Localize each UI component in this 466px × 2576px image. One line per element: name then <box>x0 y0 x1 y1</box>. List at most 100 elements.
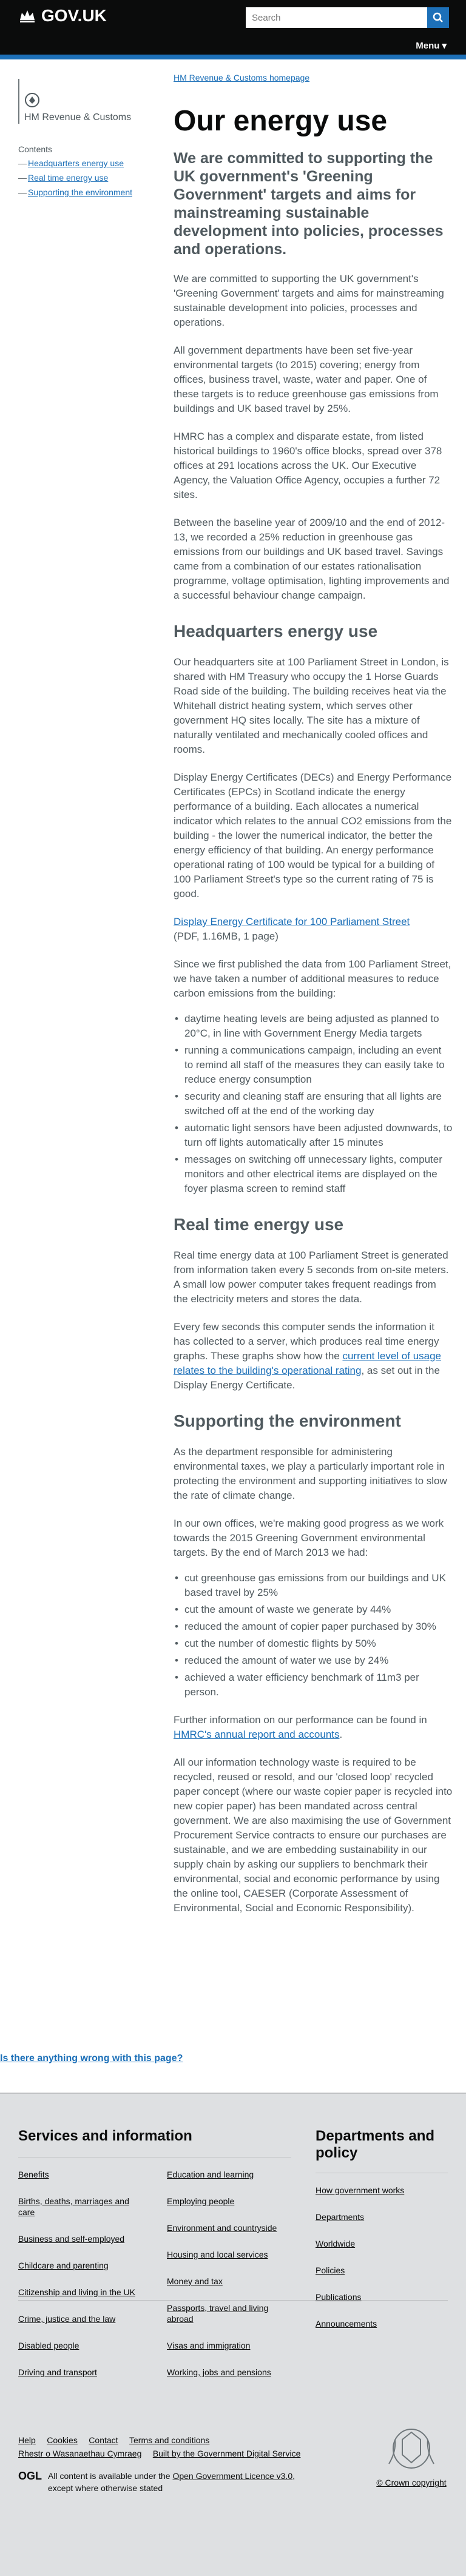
footer-item: Driving and transport <box>18 2367 146 2378</box>
footer-link[interactable]: Passports, travel and living abroad <box>167 2303 268 2324</box>
sidebar: HM Revenue & Customs Contents Headquarte… <box>18 79 152 201</box>
footer-meta-links: Help Cookies Contact Terms and condition… <box>18 2433 309 2460</box>
main-content: HM Revenue & Customs homepage Our energy… <box>174 73 453 1915</box>
footer-link[interactable]: Housing and local services <box>167 2250 268 2259</box>
footer-link[interactable]: Policies <box>316 2265 345 2275</box>
lede: We are committed to supporting the UK go… <box>174 150 444 258</box>
crown-icon <box>20 10 35 22</box>
footer-item: Disabled people <box>18 2340 146 2351</box>
footer-heading-services: Services and information <box>18 2128 192 2144</box>
section-heading-headquarters: Headquarters energy use <box>174 622 378 641</box>
terms-link[interactable]: Terms and conditions <box>129 2435 209 2445</box>
footer-link[interactable]: Employing people <box>167 2196 234 2206</box>
footer-item: Citizenship and living in the UK <box>18 2287 146 2298</box>
contact-link[interactable]: Contact <box>89 2435 118 2445</box>
footer-link[interactable]: Driving and transport <box>18 2367 97 2377</box>
footer-services-col1: Benefits Births, deaths, marriages and c… <box>18 2169 146 2393</box>
footer-link[interactable]: Environment and countryside <box>167 2223 277 2233</box>
list-item: achieved a water efficiency benchmark of… <box>174 1670 453 1700</box>
chevron-down-icon: ▾ <box>442 41 447 51</box>
footer-item: Policies <box>316 2265 437 2276</box>
copyright-link[interactable]: © Crown copyright <box>376 2478 446 2487</box>
footer-link[interactable]: Working, jobs and pensions <box>167 2367 271 2377</box>
footer-item: Business and self-employed <box>18 2233 146 2244</box>
footer-link[interactable]: How government works <box>316 2185 404 2195</box>
help-link[interactable]: Help <box>18 2435 36 2445</box>
footer-link[interactable]: Childcare and parenting <box>18 2261 109 2270</box>
report-problem-link[interactable]: Is there anything wrong with this page? <box>0 2053 183 2064</box>
footer-link[interactable]: Citizenship and living in the UK <box>18 2287 135 2297</box>
contents-link-environment[interactable]: Supporting the environment <box>28 187 132 197</box>
certificate-attachment: Display Energy Certificate for 100 Parli… <box>174 915 453 944</box>
text-segment: Further information on our performance c… <box>174 1714 427 1726</box>
footer-item: Benefits <box>18 2169 146 2180</box>
footer-item: Working, jobs and pensions <box>167 2367 294 2378</box>
footer-link[interactable]: Visas and immigration <box>167 2341 250 2350</box>
measures-intro: Since we first published the data from 1… <box>174 958 451 999</box>
breadcrumb-link[interactable]: HM Revenue & Customs homepage <box>174 73 309 82</box>
footer-item: Visas and immigration <box>167 2340 294 2351</box>
welsh-services-link[interactable]: Rhestr o Wasanaethau Cymraeg <box>18 2449 141 2458</box>
footer-item: How government works <box>316 2185 437 2196</box>
royal-crest-icon <box>25 93 39 107</box>
footer-item: Worldwide <box>316 2238 437 2249</box>
footer-link[interactable]: Education and learning <box>167 2170 254 2179</box>
footer-item: Departments <box>316 2211 437 2222</box>
govuk-logo[interactable]: GOV.UK <box>18 6 107 25</box>
site-footer: Services and information Benefits Births… <box>0 2093 466 2576</box>
footer-item: Births, deaths, marriages and care <box>18 2196 146 2218</box>
list-item: automatic light sensors have been adjust… <box>174 1121 453 1150</box>
contents-item[interactable]: Real time energy use <box>18 172 152 183</box>
intro-paragraph: Between the baseline year of 2009/10 and… <box>174 517 450 601</box>
realtime-paragraph: Real time energy data at 100 Parliament … <box>174 1249 449 1305</box>
footer-link[interactable]: Announcements <box>316 2319 377 2329</box>
contents-item[interactable]: Supporting the environment <box>18 187 152 198</box>
report-paragraph: Further information on our performance c… <box>174 1713 453 1742</box>
text-segment: . <box>339 1729 343 1740</box>
measures-list: daytime heating levels are being adjuste… <box>174 1012 453 1196</box>
certificate-link[interactable]: Display Energy Certificate for 100 Parli… <box>174 916 410 927</box>
contents-link-real-time[interactable]: Real time energy use <box>28 173 108 183</box>
page-title: Our energy use <box>174 105 388 137</box>
list-item: reduced the amount of water we use by 24… <box>174 1653 453 1668</box>
footer-link[interactable]: Money and tax <box>167 2276 223 2286</box>
menu-toggle[interactable]: Menu ▾ <box>416 40 447 52</box>
footer-link[interactable]: Departments <box>316 2212 364 2222</box>
footer-link[interactable]: Crime, justice and the law <box>18 2314 115 2324</box>
achievements-list: cut greenhouse gas emissions from our bu… <box>174 1571 453 1700</box>
certificate-meta: (PDF, 1.16MB, 1 page) <box>174 930 279 942</box>
annual-report-link[interactable]: HMRC's annual report and accounts <box>174 1729 340 1740</box>
intro-paragraph: All government departments have been set… <box>174 345 439 414</box>
contents-link-headquarters[interactable]: Headquarters energy use <box>28 158 124 168</box>
list-item: cut greenhouse gas emissions from our bu… <box>174 1571 453 1600</box>
list-item: reduced the amount of copier paper purch… <box>174 1619 453 1634</box>
footer-item: Publications <box>316 2292 437 2302</box>
list-item: cut the amount of waste we generate by 4… <box>174 1602 453 1617</box>
footer-divider <box>18 2300 448 2301</box>
organisation-name: HM Revenue & Customs <box>24 112 132 123</box>
footer-link[interactable]: Disabled people <box>18 2341 79 2350</box>
search-button[interactable] <box>427 7 449 28</box>
gds-link[interactable]: Built by the Government Digital Service <box>153 2449 301 2458</box>
footer-departments: How government works Departments Worldwi… <box>316 2185 437 2345</box>
open-government-licence-link[interactable]: Open Government Licence v3.0 <box>172 2471 292 2481</box>
text-segment: All content is available under the <box>48 2471 173 2481</box>
list-item: cut the number of domestic flights by 50… <box>174 1636 453 1651</box>
contents-item[interactable]: Headquarters energy use <box>18 158 152 169</box>
closing-paragraph: All our information technology waste is … <box>174 1757 453 1914</box>
footer-link[interactable]: Worldwide <box>316 2239 355 2248</box>
list-item: running a communications campaign, inclu… <box>174 1043 453 1087</box>
footer-link[interactable]: Births, deaths, marriages and care <box>18 2196 129 2217</box>
list-item: security and cleaning staff are ensuring… <box>174 1089 453 1118</box>
menu-bar: Menu ▾ <box>0 36 466 59</box>
footer-link[interactable]: Benefits <box>18 2170 49 2179</box>
logo-text: GOV.UK <box>41 6 107 25</box>
cookies-link[interactable]: Cookies <box>47 2435 78 2445</box>
footer-item: Crime, justice and the law <box>18 2313 146 2324</box>
footer-item: Childcare and parenting <box>18 2260 146 2271</box>
search-input[interactable] <box>246 7 427 28</box>
intro-paragraph: HMRC has a complex and disparate estate,… <box>174 431 442 500</box>
footer-link[interactable]: Business and self-employed <box>18 2234 124 2244</box>
organisation-logo[interactable]: HM Revenue & Customs <box>18 79 152 124</box>
footer-item: Passports, travel and living abroad <box>167 2302 294 2324</box>
